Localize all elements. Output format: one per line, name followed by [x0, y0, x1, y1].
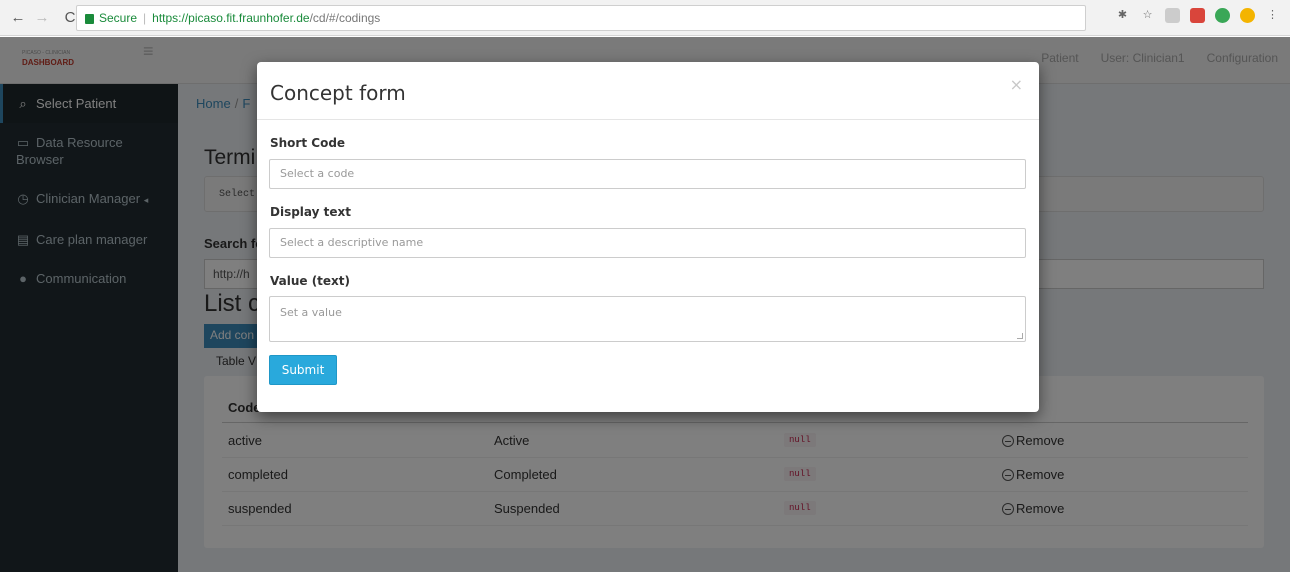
address-bar[interactable]: Secure | https://picaso.fit.fraunhofer.d…	[76, 5, 1086, 31]
browser-toolbar: ← → C Secure | https://picaso.fit.fraunh…	[0, 0, 1290, 36]
display-text-input[interactable]: Select a descriptive name	[269, 228, 1026, 258]
secure-label: Secure	[99, 11, 138, 25]
extension-icons: ✱ ☆ ⋮	[1115, 8, 1280, 23]
forward-icon[interactable]: →	[32, 9, 52, 26]
value-text-label: Value (text)	[270, 274, 351, 288]
short-code-input[interactable]: Select a code	[269, 159, 1026, 189]
value-placeholder: Set a value	[280, 306, 342, 319]
display-text-label: Display text	[270, 205, 351, 219]
lock-icon	[85, 14, 94, 24]
close-icon[interactable]: ×	[1010, 75, 1023, 94]
resize-handle-icon[interactable]	[1017, 333, 1023, 339]
submit-button[interactable]: Submit	[269, 355, 337, 385]
concept-form-modal: Concept form × Short Code Select a code …	[257, 62, 1039, 412]
menu-icon[interactable]: ⋮	[1265, 8, 1280, 23]
url-host: https://picaso.fit.fraunhofer.de	[152, 11, 310, 25]
url-path: /cd/#/codings	[309, 11, 381, 25]
extension-icon[interactable]	[1240, 8, 1255, 23]
extension-icon[interactable]	[1190, 8, 1205, 23]
address-separator: |	[143, 11, 147, 25]
back-icon[interactable]: ←	[8, 9, 28, 26]
value-text-textarea[interactable]: Set a value	[269, 296, 1026, 342]
extension-icon[interactable]	[1215, 8, 1230, 23]
modal-title: Concept form	[270, 81, 406, 105]
short-code-label: Short Code	[270, 136, 346, 150]
extension-icon[interactable]	[1165, 8, 1180, 23]
star-icon[interactable]: ☆	[1140, 8, 1155, 23]
modal-header: Concept form ×	[257, 62, 1039, 120]
key-icon[interactable]: ✱	[1115, 8, 1130, 23]
